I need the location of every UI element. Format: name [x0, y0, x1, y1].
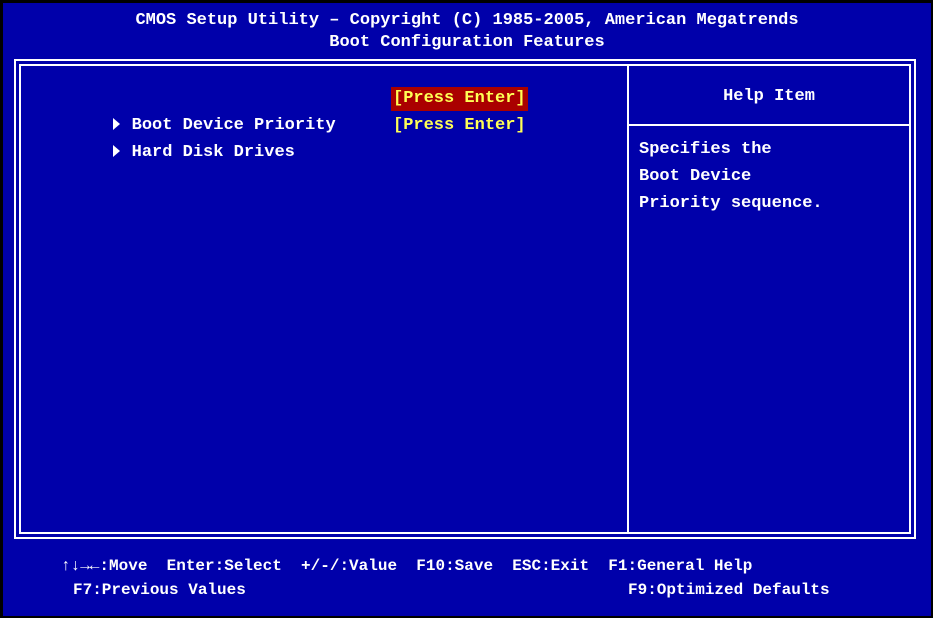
page-title: Boot Configuration Features	[329, 33, 605, 52]
menu-item-hard-disk-drives[interactable]: Hard Disk Drives [Press Enter]	[31, 114, 526, 162]
bios-screen: CMOS Setup Utility – Copyright (C) 1985-…	[2, 2, 932, 617]
menu-item-label: Hard Disk Drives	[131, 143, 295, 162]
help-line: Boot Device	[639, 167, 752, 186]
footer-optimized-defaults: F9:Optimized Defaults	[628, 581, 830, 599]
main-frame-inner: Boot Device Priority [Press Enter] Hard …	[19, 64, 911, 534]
help-title: Help Item	[723, 87, 815, 106]
help-line: Priority sequence.	[639, 194, 823, 213]
menu-item-boot-device-priority[interactable]: Boot Device Priority [Press Enter]	[31, 87, 528, 135]
header-title: CMOS Setup Utility – Copyright (C) 1985-…	[135, 11, 799, 30]
main-frame: Boot Device Priority [Press Enter] Hard …	[14, 59, 916, 539]
help-line: Specifies the	[639, 140, 772, 159]
submenu-arrow-icon	[112, 144, 120, 157]
help-divider	[629, 124, 909, 126]
footer-previous-values: F7:Previous Values	[73, 581, 246, 599]
panel-divider	[627, 66, 629, 532]
footer-keys: ↑↓→←:Move Enter:Select +/-/:Value F10:Sa…	[61, 557, 753, 575]
help-text: Specifies the Boot Device Priority seque…	[639, 136, 899, 217]
menu-item-value[interactable]: [Press Enter]	[391, 114, 528, 138]
menu-item-value[interactable]: [Press Enter]	[391, 87, 528, 111]
